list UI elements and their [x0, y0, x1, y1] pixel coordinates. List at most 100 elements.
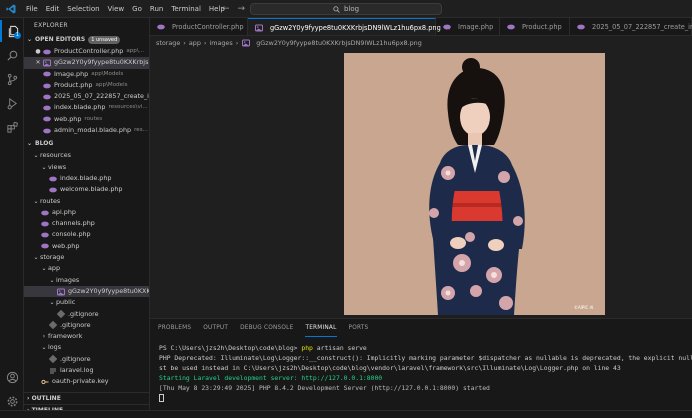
- chevron-right-icon: ›: [203, 39, 207, 47]
- open-editor-item[interactable]: Image.php app\Models: [24, 69, 149, 80]
- unsaved-count-badge: 1: [13, 32, 21, 39]
- tree-folder-storage[interactable]: ⌄ storage: [24, 252, 149, 263]
- open-editor-item-active[interactable]: ✕ gGzw2Y0y9fyype8tu0KXKrbjs...: [24, 57, 149, 69]
- tree-folder-views[interactable]: ⌄ views: [24, 162, 149, 173]
- tree-folder-images[interactable]: ⌄ images: [24, 275, 149, 286]
- tree-label: console.php: [52, 230, 91, 239]
- image-file-icon: [56, 288, 65, 296]
- menu-selection[interactable]: Selection: [63, 0, 103, 18]
- tree-folder-routes[interactable]: ⌄ routes: [24, 196, 149, 207]
- menu-view[interactable]: View: [104, 0, 129, 18]
- explorer-activity[interactable]: 1: [0, 20, 24, 42]
- tab-migration[interactable]: 2025_05_07_222857_create_images.p: [570, 18, 692, 35]
- breadcrumb-item[interactable]: images: [209, 39, 232, 47]
- command-center-search[interactable]: blog: [250, 3, 442, 15]
- open-editor-item[interactable]: 2025_05_07_222857_create_i...: [24, 91, 149, 102]
- open-editor-item[interactable]: web.php routes: [24, 114, 149, 125]
- explorer-sidebar: EXPLORER ⌄ OPEN EDITORS 1 unsaved ● Prod…: [24, 18, 150, 418]
- php-file-icon: [40, 231, 49, 239]
- tree-file[interactable]: web.php: [24, 241, 149, 252]
- tab-output[interactable]: OUTPUT: [203, 319, 228, 337]
- run-debug-activity[interactable]: [0, 92, 24, 114]
- menu-run[interactable]: Run: [146, 0, 167, 18]
- open-editor-item[interactable]: ● ProductController.php app\...: [24, 46, 149, 57]
- gear-icon: [7, 396, 17, 406]
- php-file-icon: [40, 220, 49, 228]
- image-file-icon: [241, 39, 250, 47]
- tree-folder-logs[interactable]: ⌄ logs: [24, 342, 149, 353]
- tab-product-php[interactable]: Product.php: [500, 18, 570, 35]
- run-debug-icon: [7, 97, 17, 109]
- tab-image-php[interactable]: Image.php: [436, 18, 500, 35]
- tree-file-selected[interactable]: gGzw2Y0y9fyype8tu0KXKrbjs...: [24, 285, 149, 298]
- open-editor-name: Product.php: [54, 80, 93, 89]
- open-editors-list: ● ProductController.php app\... ✕ gGzw2Y…: [24, 46, 149, 136]
- tree-file[interactable]: index.blade.php: [24, 173, 149, 184]
- image-file-icon: [254, 24, 263, 32]
- tree-folder-framework[interactable]: › framework: [24, 331, 149, 342]
- open-editor-name: admin_modal.blade.php: [54, 126, 132, 135]
- open-editor-name: Image.php: [54, 69, 89, 78]
- vscode-logo-icon: [0, 0, 22, 18]
- open-editors-label: OPEN EDITORS: [35, 36, 86, 43]
- tab-image-preview[interactable]: gGzw2Y0y9fyype8tu0KXKrbjsDN9lWLz1hu6px8.…: [248, 18, 451, 35]
- menu-file[interactable]: File: [22, 0, 42, 18]
- tab-problems[interactable]: PROBLEMS: [158, 319, 191, 337]
- project-header[interactable]: ⌄ BLOG: [24, 138, 149, 150]
- image-watermark: ©AIPIC AI: [574, 305, 594, 310]
- source-control-activity[interactable]: [0, 68, 24, 90]
- back-arrow-icon[interactable]: ←: [222, 4, 230, 14]
- tree-file[interactable]: .gitignore: [24, 309, 149, 320]
- open-editor-item[interactable]: index.blade.php resources\vi...: [24, 102, 149, 113]
- tab-terminal[interactable]: TERMINAL: [305, 319, 337, 337]
- tree-label: public: [56, 298, 76, 307]
- tree-label: oauth-private.key: [52, 377, 109, 386]
- image-file-icon: [42, 59, 51, 67]
- menu-go[interactable]: Go: [128, 0, 146, 18]
- open-editors-header[interactable]: ⌄ OPEN EDITORS 1 unsaved: [24, 34, 149, 46]
- panel-tabs: PROBLEMS OUTPUT DEBUG CONSOLE TERMINAL P…: [150, 319, 692, 337]
- tree-file[interactable]: console.php: [24, 229, 149, 240]
- tab-product-controller[interactable]: ProductController.php: [150, 18, 248, 35]
- tree-file[interactable]: .gitignore: [24, 354, 149, 365]
- tree-folder-app[interactable]: ⌄ app: [24, 263, 149, 274]
- tree-file[interactable]: welcome.blade.php: [24, 184, 149, 195]
- manage-activity[interactable]: [0, 390, 24, 412]
- git-file-icon: [48, 355, 57, 364]
- editor-tabs: ProductController.php gGzw2Y0y9fyype8tu0…: [150, 18, 692, 36]
- breadcrumb-item[interactable]: storage: [156, 39, 180, 47]
- tree-file[interactable]: channels.php: [24, 218, 149, 229]
- tab-debug-console[interactable]: DEBUG CONSOLE: [240, 319, 293, 337]
- tree-file[interactable]: laravel.log: [24, 365, 149, 376]
- project-label: BLOG: [35, 140, 54, 148]
- breadcrumb-item[interactable]: app: [189, 39, 201, 47]
- open-editor-path: app\Models: [91, 70, 124, 77]
- chevron-down-icon: ⌄: [33, 152, 39, 160]
- terminal-line-deprecated: PHP Deprecated: Illuminate\Log\Logger::_…: [159, 354, 692, 362]
- open-editor-name: 2025_05_07_222857_create_i...: [54, 92, 149, 101]
- extensions-activity[interactable]: [0, 116, 24, 138]
- menu-edit[interactable]: Edit: [42, 0, 64, 18]
- tab-ports[interactable]: PORTS: [349, 319, 369, 337]
- tree-file[interactable]: oauth-private.key: [24, 376, 149, 387]
- tree-folder-public[interactable]: ⌄ public: [24, 297, 149, 308]
- open-editor-item[interactable]: Product.php app\Models: [24, 80, 149, 91]
- forward-arrow-icon[interactable]: →: [238, 4, 246, 14]
- tree-file[interactable]: .gitignore: [24, 320, 149, 331]
- accounts-activity[interactable]: [0, 366, 24, 388]
- navigation-arrows: ← →: [222, 0, 245, 18]
- chevron-down-icon: ⌄: [41, 265, 47, 273]
- search-icon: [333, 5, 340, 13]
- search-activity[interactable]: [0, 44, 24, 66]
- open-editor-item[interactable]: admin_modal.blade.php res...: [24, 125, 149, 136]
- menu-terminal[interactable]: Terminal: [167, 0, 205, 18]
- tree-label: views: [48, 162, 67, 171]
- file-tree: ⌄ resources ⌄ views index.blade.php welcom…: [24, 150, 149, 387]
- tree-file[interactable]: api.php: [24, 207, 149, 218]
- terminal-output[interactable]: PS C:\Users\jzs2h\Desktop\code\blog> php…: [150, 337, 692, 403]
- tree-folder-resources[interactable]: ⌄ resources: [24, 150, 149, 161]
- breadcrumb-item[interactable]: gGzw2Y0y9fyype8tu0KXKrbjsDN9lWLz1hu6px8.…: [256, 39, 422, 47]
- tab-label: 2025_05_07_222857_create_images.p: [592, 23, 692, 31]
- outline-section[interactable]: › OUTLINE: [24, 392, 149, 404]
- close-icon[interactable]: ✕: [34, 57, 42, 68]
